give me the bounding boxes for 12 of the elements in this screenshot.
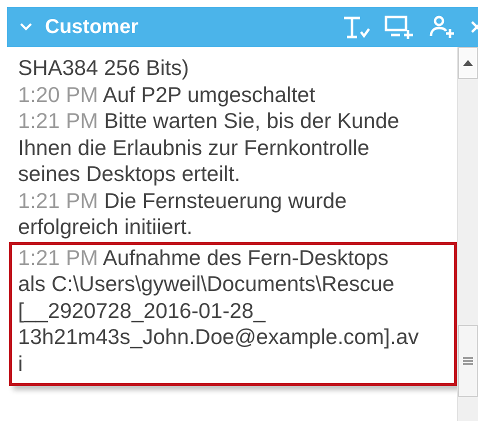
chevron-icon[interactable] [19,22,33,32]
chat-message: 1:21 PM Aufnahme des Fern-Desktops als C:\Users\gyweil\Documents\Rescue [__2920728_2016-01-28_ 13h21m43s_John.Doe@example.com].av i [9,242,457,386]
chat-message: 1:20 PM Auf P2P umgeschaltet [17,82,316,108]
up-arrow-icon[interactable] [463,60,473,66]
screen-add-icon[interactable] [384,14,414,40]
chat-message: 1:21 PM Bitte warten Sie, bis der Kunde Ihnen die Erlaubnis zur Fernkontrolle seines Desktops erteilt. [17,108,400,188]
user-add-icon[interactable] [428,14,456,40]
text-check-icon[interactable] [342,14,370,40]
panel-title: Customer [45,16,140,38]
chat-message: SHA384 256 Bits) [17,55,190,82]
grip-icon[interactable] [463,357,473,365]
chat-message: 1:21 PM Die Fernsteuerung wurde erfolgreich initiiert. [17,188,348,240]
